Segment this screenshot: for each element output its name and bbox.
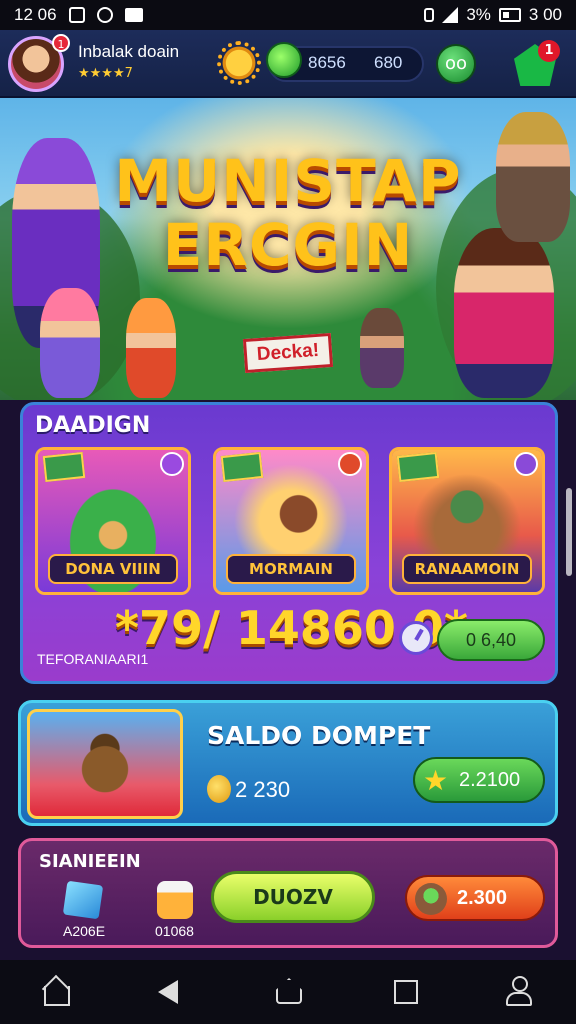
favorite-icon[interactable] bbox=[338, 452, 362, 476]
timer-icon bbox=[399, 621, 433, 655]
wallet-balance: 2 230 bbox=[235, 777, 291, 802]
battery-icon bbox=[498, 8, 521, 22]
battery-percent: 3% bbox=[466, 5, 491, 24]
game-title-line1: MUNISTAP bbox=[114, 147, 462, 215]
player-rating: ★★★★7 bbox=[78, 66, 133, 81]
shop-panel: SIANIEEIN A206E 01068 DUOZV 2.300 bbox=[18, 838, 558, 948]
hero-character-fox bbox=[126, 298, 176, 398]
shop-price-value: 2.300 bbox=[457, 887, 508, 909]
launcher-icon[interactable] bbox=[276, 978, 302, 1004]
game-card-label: MORMAIN bbox=[226, 554, 356, 584]
cube-icon[interactable] bbox=[62, 880, 104, 920]
wallet-button[interactable]: ★ 2.2100 bbox=[413, 757, 545, 803]
back-icon[interactable] bbox=[158, 980, 178, 1004]
vibrate-icon bbox=[424, 8, 435, 22]
scrollbar[interactable] bbox=[566, 488, 572, 576]
jackpot-subtitle: TEFORANIAARI1 bbox=[37, 651, 149, 667]
avatar-badge: 1 bbox=[52, 34, 70, 52]
star-icon: ★ bbox=[423, 764, 449, 797]
shop-title: SIANIEEIN bbox=[39, 851, 141, 872]
hero-banner[interactable]: MUNISTAP ERCGIN Decka! bbox=[0, 98, 576, 400]
coin-icon bbox=[207, 775, 231, 803]
wallet-panel: SALDO DOMPET 2 230 ★ 2.2100 bbox=[18, 700, 558, 826]
character-icon bbox=[415, 883, 447, 915]
favorite-icon[interactable] bbox=[514, 452, 538, 476]
status-bar: 12 06 3% 3 00 bbox=[0, 0, 576, 30]
wallet-promo-image[interactable] bbox=[27, 709, 183, 819]
wallet-button-value: 2.2100 bbox=[459, 769, 521, 791]
notification-icon bbox=[68, 7, 85, 23]
status-clock: 3 00 bbox=[528, 5, 562, 24]
photo-icon bbox=[124, 8, 143, 22]
favorite-icon[interactable] bbox=[160, 452, 184, 476]
gem-count: 8656 bbox=[308, 53, 346, 72]
game-card-label: DONA VIIIN bbox=[48, 554, 178, 584]
profile-icon[interactable] bbox=[504, 976, 534, 1006]
game-tag bbox=[396, 451, 440, 483]
game-tag bbox=[220, 451, 264, 483]
games-panel: DAADIGN DONA VIIIN MORMAIN RANAAMOIN *79… bbox=[20, 402, 558, 684]
daily-bonus-icon[interactable] bbox=[217, 41, 261, 85]
gift-box-icon[interactable] bbox=[157, 881, 193, 919]
game-header: 1 Inbalak doain ★★★★7 8656 680 oo 1 bbox=[0, 30, 576, 98]
game-card-1[interactable]: DONA VIIIN bbox=[35, 447, 191, 595]
player-name: Inbalak doain bbox=[78, 42, 180, 61]
hero-character-small bbox=[360, 308, 404, 388]
jackpot-button[interactable]: 0 6,40 bbox=[437, 619, 545, 661]
games-panel-title: DAADIGN bbox=[35, 413, 151, 438]
hero-character-pink bbox=[40, 288, 100, 398]
recent-apps-icon[interactable] bbox=[394, 980, 418, 1004]
shop-price-button[interactable]: 2.300 bbox=[405, 875, 545, 921]
deposit-button[interactable]: DUOZV bbox=[211, 871, 375, 923]
coin-count: 680 bbox=[374, 53, 403, 72]
shop-item-label-1: A206E bbox=[63, 923, 106, 939]
gem-icon bbox=[266, 42, 302, 78]
wallet-title: SALDO DOMPET bbox=[207, 721, 431, 750]
signal-icon bbox=[442, 7, 459, 23]
home-icon[interactable] bbox=[42, 976, 72, 1006]
game-title: MUNISTAP ERCGIN bbox=[0, 150, 576, 278]
system-nav-bar bbox=[0, 960, 576, 1024]
game-card-2[interactable]: MORMAIN bbox=[213, 447, 369, 595]
sync-icon bbox=[96, 7, 113, 23]
friends-button[interactable]: oo bbox=[436, 44, 476, 84]
demo-badge[interactable]: Decka! bbox=[242, 332, 334, 374]
game-title-line2: ERCGIN bbox=[162, 211, 414, 279]
shop-item-label-2: 01068 bbox=[155, 923, 194, 939]
game-card-label: RANAAMOIN bbox=[402, 554, 532, 584]
status-time: 12 06 bbox=[14, 5, 57, 24]
game-tag bbox=[42, 451, 86, 483]
shop-badge: 1 bbox=[538, 40, 560, 62]
game-card-3[interactable]: RANAAMOIN bbox=[389, 447, 545, 595]
